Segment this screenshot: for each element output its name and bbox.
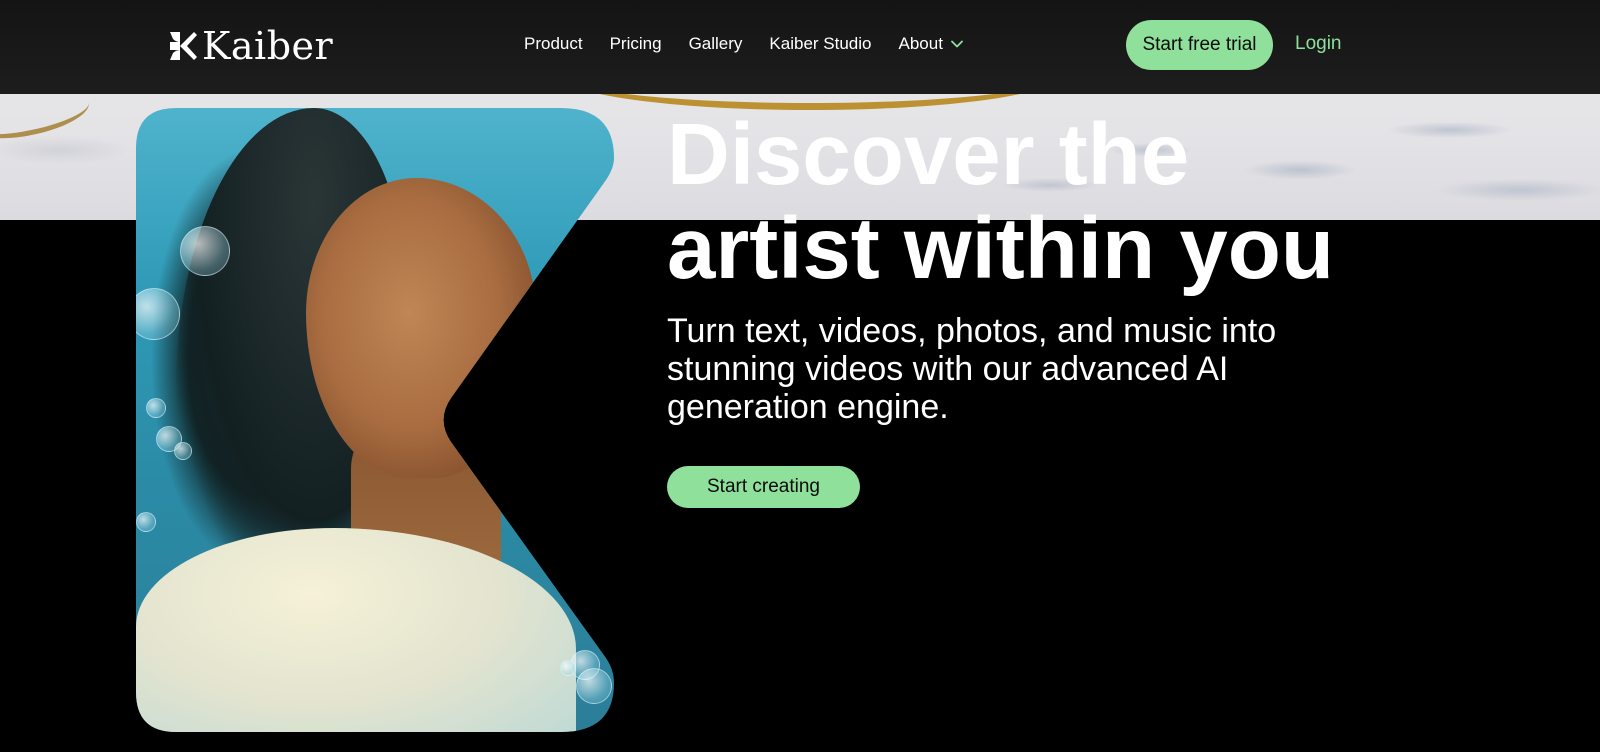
hero-headline-line1: Discover the xyxy=(667,106,1190,203)
nav-item-label: Product xyxy=(524,34,583,53)
kaiber-logo-icon xyxy=(170,32,197,60)
brand-name: Kaiber xyxy=(202,24,334,68)
nav-item-product[interactable]: Product xyxy=(524,34,583,54)
nav-item-kaiber-studio[interactable]: Kaiber Studio xyxy=(769,34,871,54)
hero-subtext: Turn text, videos, photos, and music int… xyxy=(667,312,1277,426)
chevron-down-icon xyxy=(951,40,963,48)
bubble xyxy=(136,288,180,340)
hero-headline-line2: artist within you xyxy=(667,200,1335,297)
portrait-shirt xyxy=(136,528,576,732)
bubble xyxy=(180,226,230,276)
portrait-face xyxy=(306,178,536,478)
bubble xyxy=(174,442,192,460)
start-creating-button[interactable]: Start creating xyxy=(667,466,860,508)
bubble xyxy=(146,398,166,418)
hero-headline: Discover the artist within you xyxy=(667,108,1427,296)
bubble xyxy=(136,512,156,532)
nav-item-about[interactable]: About xyxy=(899,34,963,54)
nav-item-label: Pricing xyxy=(609,34,662,53)
nav-item-pricing[interactable]: Pricing xyxy=(610,34,662,54)
nav-item-gallery[interactable]: Gallery xyxy=(689,34,743,54)
bubble xyxy=(560,660,576,676)
brand-logo[interactable]: Kaiber xyxy=(168,26,333,66)
nav-item-label: About xyxy=(898,34,943,53)
hero-portrait-image xyxy=(136,108,614,732)
start-free-trial-button[interactable]: Start free trial xyxy=(1126,20,1273,70)
bubble xyxy=(576,668,612,704)
site-header: Kaiber Product Pricing Gallery Kaiber St… xyxy=(0,0,1600,94)
nav-item-label: Kaiber Studio xyxy=(769,34,872,53)
nav-item-label: Gallery xyxy=(688,34,743,53)
login-link[interactable]: Login xyxy=(1295,33,1342,55)
main-nav: Product Pricing Gallery Kaiber Studio Ab… xyxy=(524,34,990,54)
